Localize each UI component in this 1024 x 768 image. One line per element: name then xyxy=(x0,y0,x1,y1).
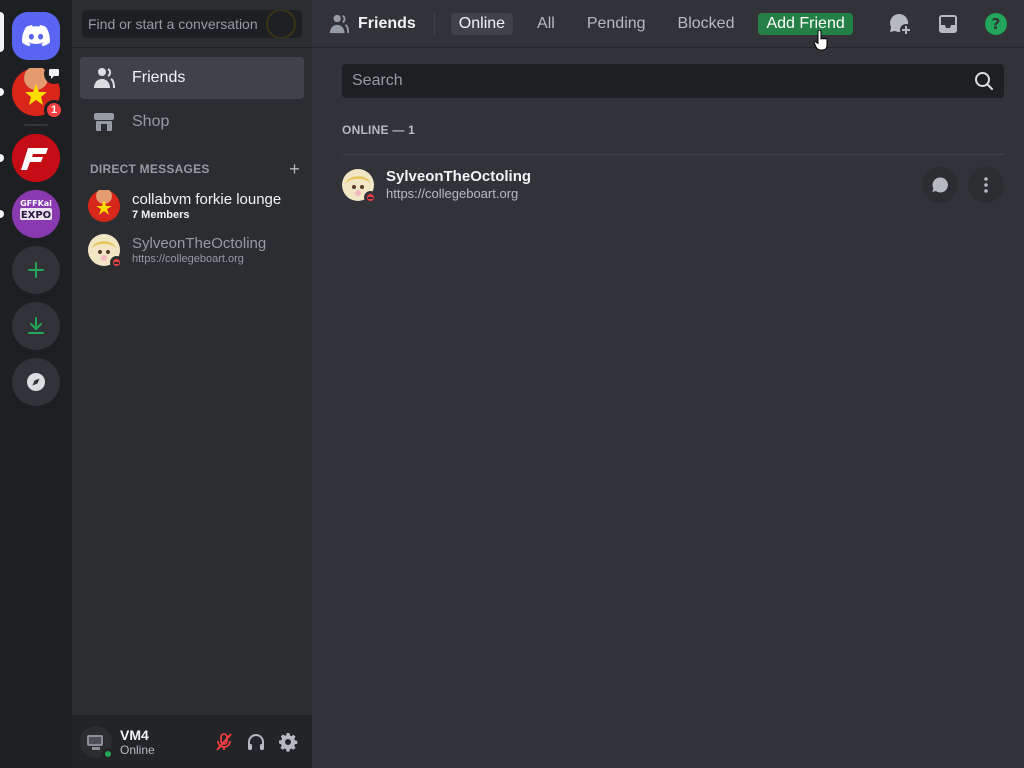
do-not-disturb-status-icon xyxy=(364,191,377,204)
direct-messages-heading: DIRECT MESSAGES xyxy=(90,162,210,176)
find-conversation-placeholder: Find or start a conversation xyxy=(88,16,258,32)
page-title-text: Friends xyxy=(358,14,416,32)
expo-logo-icon: GFFKai EXPO xyxy=(12,190,60,238)
inbox-button[interactable] xyxy=(936,12,960,36)
page-title: Friends xyxy=(328,13,416,35)
more-vertical-icon xyxy=(984,177,988,193)
server-icon-collabvm[interactable]: 1 xyxy=(12,64,64,120)
sidebar-search-bar: Find or start a conversation xyxy=(72,0,312,48)
tab-pending[interactable]: Pending xyxy=(579,13,654,35)
direct-messages-header: DIRECT MESSAGES + xyxy=(90,160,300,178)
mute-button[interactable] xyxy=(208,726,240,758)
server-icon-f[interactable] xyxy=(12,134,60,182)
sidebar-item-shop[interactable]: Shop xyxy=(80,101,304,143)
dm-name: SylveonTheOctoling xyxy=(132,234,267,252)
inbox-icon xyxy=(939,15,957,33)
discord-logo-icon xyxy=(22,25,50,47)
online-status-icon xyxy=(102,747,114,760)
tab-online[interactable]: Online xyxy=(450,12,514,35)
dm-subtitle: 7 Members xyxy=(132,208,190,221)
selected-indicator xyxy=(0,12,4,52)
section-divider xyxy=(342,154,1004,155)
f-logo-icon xyxy=(12,134,60,182)
unread-indicator xyxy=(0,154,4,162)
friends-icon xyxy=(92,66,116,90)
unread-indicator xyxy=(0,210,4,218)
dm-sidebar: Find or start a conversation Friends Sho… xyxy=(72,0,312,768)
topbar-divider xyxy=(433,11,435,36)
compass-icon xyxy=(27,373,45,391)
user-avatar[interactable] xyxy=(80,725,114,760)
friend-search-bar xyxy=(342,64,1004,98)
gear-icon xyxy=(279,732,298,752)
microphone-muted-icon xyxy=(216,732,232,751)
add-server-button[interactable] xyxy=(12,246,60,294)
server-rail: 1 GFFKai EXPO xyxy=(0,0,72,768)
friends-main-panel: Friends Online All Pending Blocked Add F… xyxy=(312,0,1024,768)
user-panel: VM4 Online xyxy=(72,715,312,768)
create-dm-plus-icon[interactable]: + xyxy=(289,160,300,178)
server-icon-expo[interactable]: GFFKai EXPO xyxy=(12,190,60,238)
group-avatar xyxy=(88,188,120,222)
loading-spinner-icon xyxy=(266,10,296,38)
rail-divider xyxy=(24,124,48,126)
user-avatar xyxy=(88,234,123,269)
online-count-label: ONLINE — 1 xyxy=(342,123,416,137)
help-button[interactable]: ? xyxy=(984,12,1008,36)
dm-item-sylveontheoctoling[interactable]: SylveonTheOctoling https://collegeboart.… xyxy=(80,229,304,271)
hand-pointer-cursor-icon xyxy=(814,30,828,51)
headphones-icon xyxy=(248,733,264,750)
sidebar-item-label: Shop xyxy=(132,113,170,130)
unread-indicator xyxy=(0,88,4,96)
more-options-button[interactable] xyxy=(968,167,1004,203)
dm-subtitle: https://collegeboart.org xyxy=(132,252,244,265)
tab-all[interactable]: All xyxy=(529,13,563,35)
tab-blocked[interactable]: Blocked xyxy=(670,13,743,35)
new-group-dm-button[interactable] xyxy=(888,12,912,36)
do-not-disturb-status-icon xyxy=(110,256,123,269)
svg-text:EXPO: EXPO xyxy=(21,210,51,221)
friend-status-text: https://collegeboart.org xyxy=(386,186,519,201)
explore-servers-button[interactable] xyxy=(12,358,60,406)
deafen-button[interactable] xyxy=(240,726,272,758)
help-icon: ? xyxy=(985,13,1007,35)
friend-row[interactable]: SylveonTheOctoling https://collegeboart.… xyxy=(342,160,1004,210)
chat-bubble-icon xyxy=(44,64,64,84)
find-conversation-button[interactable]: Find or start a conversation xyxy=(82,10,302,38)
user-settings-button[interactable] xyxy=(272,726,304,758)
username: VM4 xyxy=(120,726,149,743)
message-friend-button[interactable] xyxy=(922,167,958,203)
search-icon xyxy=(975,72,993,90)
friends-icon xyxy=(328,13,350,35)
dm-name: collabvm forkie lounge xyxy=(132,190,282,208)
friends-topbar: Friends Online All Pending Blocked Add F… xyxy=(312,0,1024,48)
sidebar-item-label: Friends xyxy=(132,69,186,86)
search-input[interactable] xyxy=(352,72,974,90)
direct-messages-home-button[interactable] xyxy=(12,12,60,60)
svg-text:GFFKai: GFFKai xyxy=(20,199,52,208)
friend-name: SylveonTheOctoling xyxy=(386,168,532,185)
sidebar-item-friends[interactable]: Friends xyxy=(80,57,304,99)
add-friend-button[interactable]: Add Friend xyxy=(758,12,853,35)
svg-text:?: ? xyxy=(992,15,1001,33)
user-status: Online xyxy=(120,742,155,757)
plus-icon xyxy=(28,262,44,278)
mention-badge: 1 xyxy=(44,100,64,120)
friend-avatar xyxy=(342,169,377,204)
new-group-dm-icon xyxy=(890,13,912,36)
download-icon xyxy=(28,317,44,334)
download-apps-button[interactable] xyxy=(12,302,60,350)
dm-item-collabvm-forkie-lounge[interactable]: collabvm forkie lounge 7 Members xyxy=(80,185,304,227)
shop-icon xyxy=(92,110,116,134)
chat-bubble-icon xyxy=(932,177,948,193)
